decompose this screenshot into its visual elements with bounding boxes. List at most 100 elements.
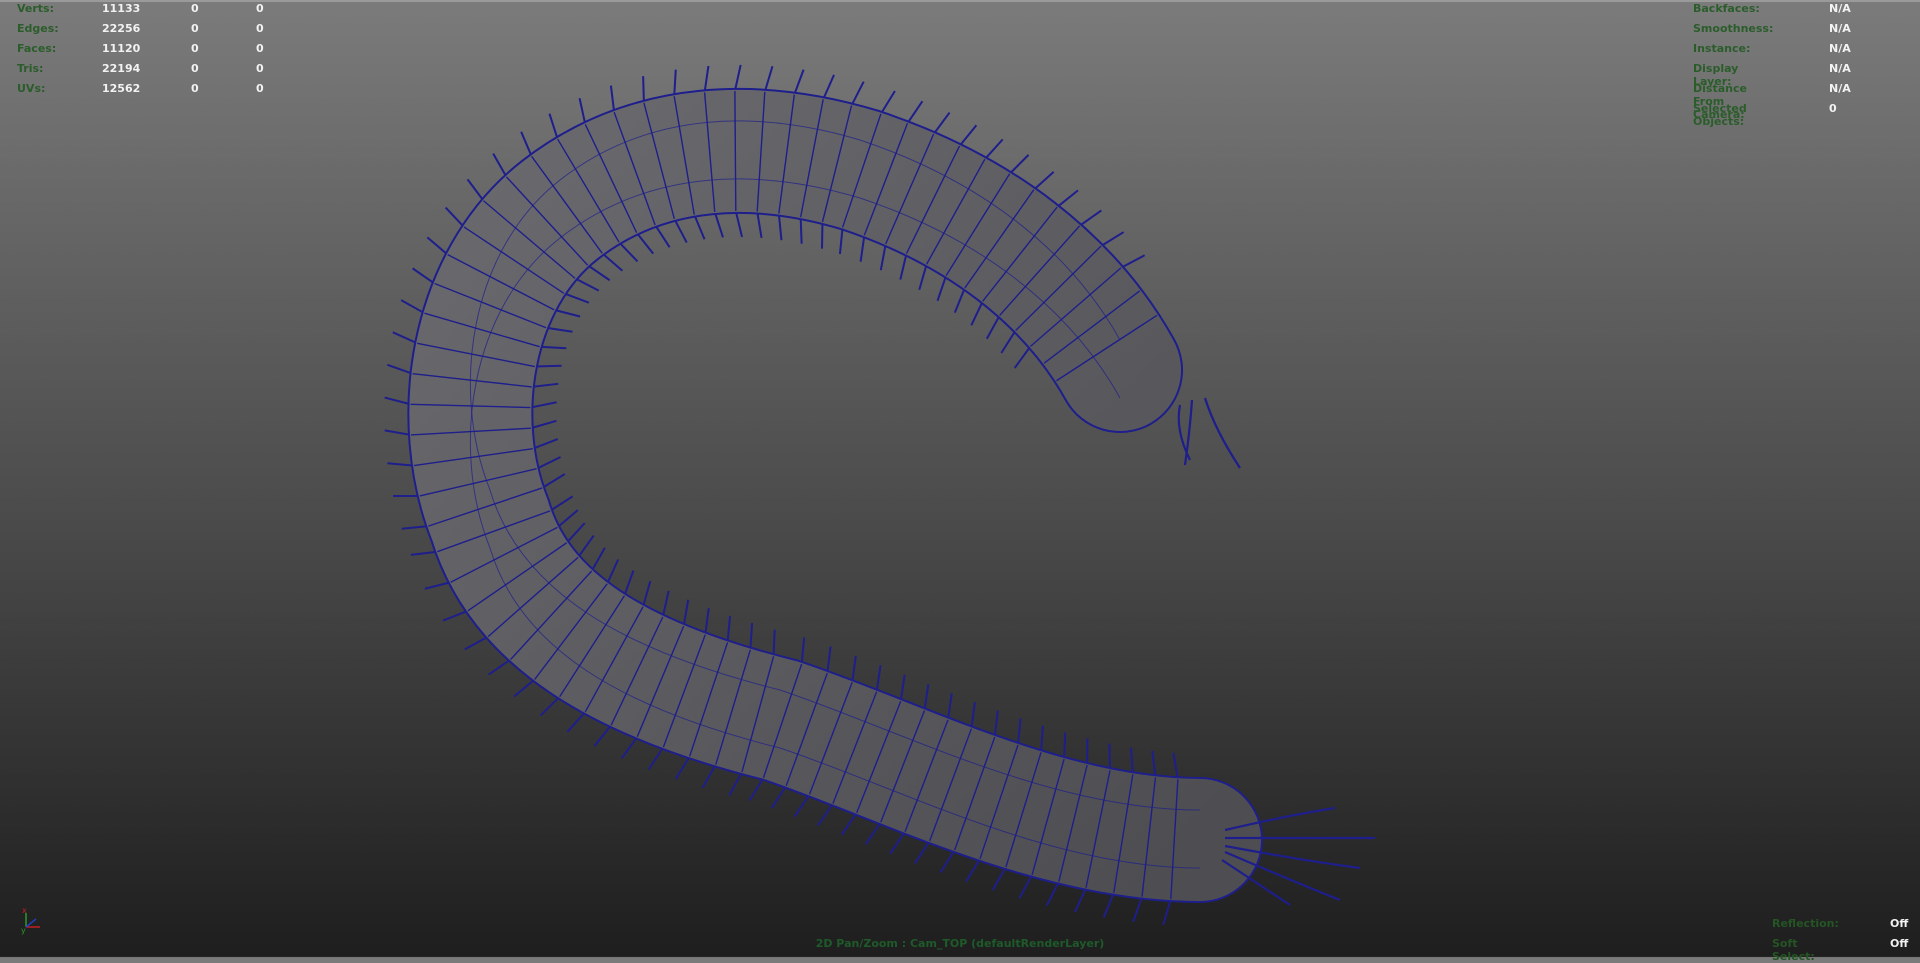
hud-label: UVs: [17, 82, 45, 95]
hud-label: Edges: [17, 22, 59, 35]
hud-label: Instance: [1693, 42, 1750, 55]
viewport-3d[interactable] [0, 0, 1920, 957]
mesh-leg [385, 430, 411, 435]
mesh-leg [802, 637, 805, 664]
mesh-leg [537, 457, 561, 469]
mesh-leg [955, 288, 965, 313]
hud-value: 0 [256, 62, 264, 75]
mesh-leg [387, 463, 414, 465]
hud-label: Verts: [17, 2, 54, 15]
mesh-leg [861, 235, 865, 261]
mesh-leg [937, 276, 946, 301]
mesh-leg [385, 398, 411, 405]
mesh-leg [705, 66, 709, 92]
mesh-leg [881, 244, 886, 270]
mesh-leg [840, 227, 843, 254]
hud-value: 0 [191, 82, 199, 95]
mesh-leg [674, 219, 686, 243]
mesh-leg [413, 268, 435, 283]
mesh-leg [915, 841, 930, 863]
mesh-leg [852, 656, 856, 682]
mesh-leg [1064, 732, 1065, 759]
mesh-leg [578, 536, 594, 558]
mesh-leg [877, 665, 881, 691]
mesh-leg [924, 684, 928, 710]
hud-value: 11120 [102, 42, 140, 55]
mesh-leg [425, 582, 451, 589]
mesh-leg [602, 253, 622, 270]
mesh-leg [557, 510, 577, 527]
axis-gizmo-icon: x y [18, 905, 48, 935]
mesh-leg [554, 310, 580, 317]
mesh-leg [607, 559, 618, 583]
hud-value: 11133 [102, 2, 140, 15]
mesh-leg [705, 608, 708, 634]
mesh-leg [735, 65, 741, 91]
mesh-leg [649, 747, 664, 769]
mesh-leg [1173, 753, 1177, 779]
mesh-leg [535, 366, 562, 367]
mesh-leg [622, 737, 638, 759]
mesh-leg [541, 697, 560, 716]
mesh-leg [540, 347, 567, 349]
mesh-leg [493, 154, 506, 177]
mesh-leg [729, 772, 742, 795]
axis-y-label: y [21, 926, 26, 935]
hud-value: 22194 [102, 62, 140, 75]
mesh-leg [637, 233, 654, 254]
mesh-leg [1047, 882, 1059, 906]
mesh-leg [611, 86, 614, 112]
mesh-leg [546, 328, 572, 332]
axis-x-label: x [22, 906, 27, 915]
hud-value: 0 [191, 62, 199, 75]
mesh-leg [774, 630, 775, 657]
mesh-leg [514, 679, 534, 696]
mesh-leg [900, 254, 906, 280]
mesh-leg [890, 832, 905, 854]
mesh-leg [971, 702, 974, 728]
mesh-leg [794, 70, 803, 95]
mesh-leg [387, 365, 412, 374]
mesh-leg [1010, 155, 1029, 174]
centipede-mesh-icon[interactable] [0, 0, 1920, 957]
hud-label: Faces: [17, 42, 56, 55]
mesh-leg [1019, 875, 1032, 898]
mesh-leg [985, 139, 1003, 159]
mesh-leg [1018, 718, 1021, 745]
mesh-leg [567, 712, 585, 732]
mesh-leg [393, 332, 417, 343]
mesh-leg [1131, 748, 1133, 775]
mesh-leg [801, 217, 802, 244]
mesh-leg [1080, 210, 1102, 225]
mesh-leg [960, 125, 977, 146]
mesh-leg [993, 867, 1006, 890]
mesh-leg [934, 113, 950, 134]
mesh-leg [663, 591, 669, 617]
hud-value: N/A [1829, 42, 1851, 55]
mesh-leg [567, 523, 585, 543]
mesh-leg [402, 526, 429, 529]
mesh-leg [1041, 726, 1043, 753]
mesh-leg [750, 778, 764, 801]
hud-value: 12562 [102, 82, 140, 95]
mesh-leg [550, 496, 572, 510]
hud-value: 0 [256, 22, 264, 35]
mesh-leg [736, 211, 742, 237]
mesh-leg [715, 212, 723, 237]
mesh-leg [1075, 888, 1086, 912]
mesh-leg [531, 421, 557, 428]
mesh-leg [624, 571, 633, 596]
hud-label: Backfaces: [1693, 2, 1760, 15]
mesh-leg [530, 402, 556, 407]
hud-label: Reflection: [1772, 917, 1839, 930]
mesh-leg [643, 76, 644, 103]
mesh-leg [684, 600, 689, 626]
mesh-leg [1001, 330, 1015, 353]
mesh-leg [966, 859, 980, 882]
mesh-leg [1121, 255, 1145, 268]
mesh-leg [823, 75, 834, 99]
mesh-leg [842, 813, 857, 835]
mesh-leg [765, 66, 773, 92]
mesh-leg [866, 822, 881, 844]
mesh-leg [750, 623, 752, 650]
